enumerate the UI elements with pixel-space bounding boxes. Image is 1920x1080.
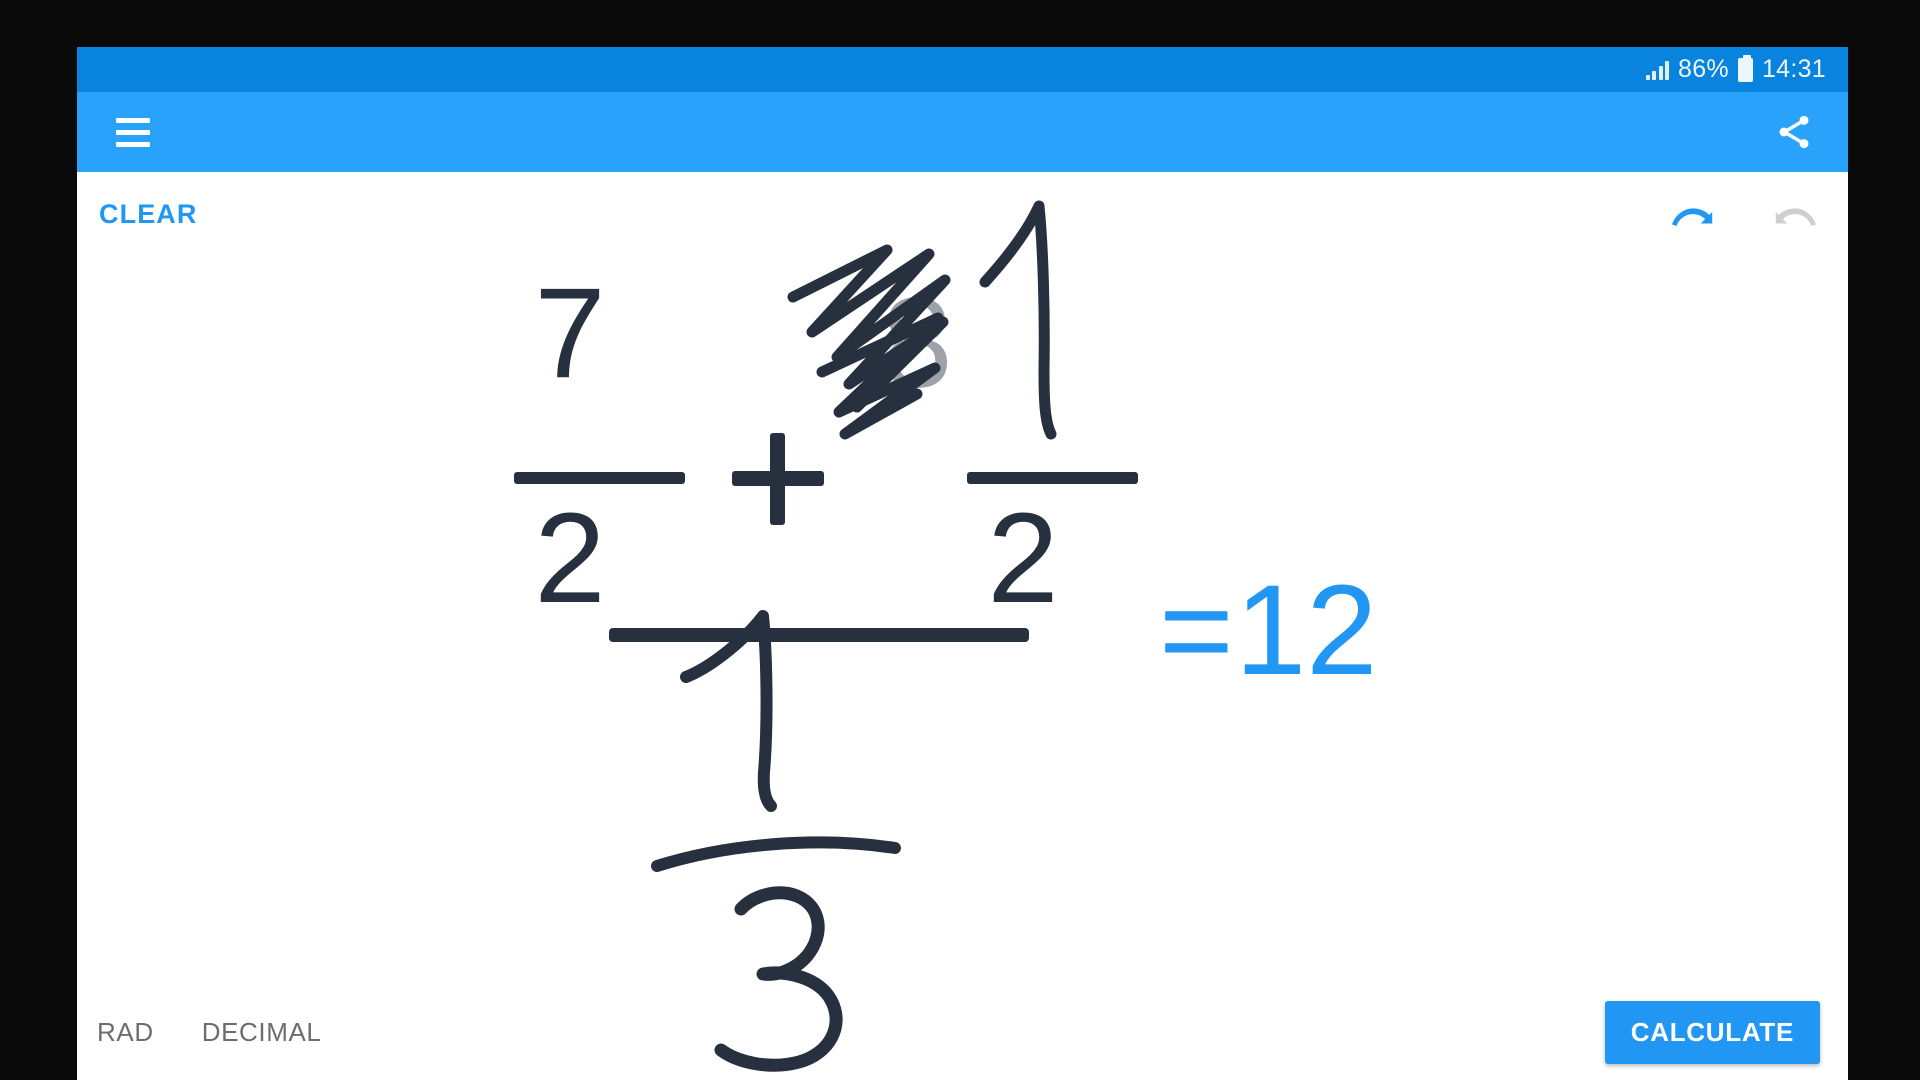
struck-numerator-faded: 8 [881, 272, 952, 415]
scribble-strikeout-ink [787, 244, 951, 440]
plus-sign-vertical [770, 433, 785, 525]
numerator-7: 7 [534, 262, 605, 405]
number-mode-button[interactable]: DECIMAL [202, 1017, 322, 1048]
undo-arrow-icon[interactable] [1668, 190, 1720, 242]
clock-label: 14:31 [1761, 55, 1826, 83]
handwriting-canvas[interactable]: CLEAR 7 2 8 2 = 12 RAD DECIMAL CALCULATE [77, 172, 1848, 1080]
equals-sign: = [1159, 559, 1234, 702]
equation-render: 7 2 8 2 = 12 [514, 200, 1377, 1072]
result-value: 12 [1235, 559, 1377, 702]
status-bar-right-group: 86% 14:31 [1645, 54, 1827, 84]
fraction-bar-right [967, 472, 1138, 484]
signal-bars-icon [1645, 60, 1669, 80]
handwritten-lower-fraction-bar [651, 836, 901, 872]
calculate-button[interactable]: CALCULATE [1604, 1000, 1820, 1064]
mode-toggle-group: RAD DECIMAL [93, 1017, 321, 1048]
share-icon[interactable] [1766, 104, 1822, 160]
app-window: 86% 14:31 CLEAR 7 2 8 2 = 12 RAD DECIMAL… [77, 47, 1848, 1080]
redo-glyph [1775, 208, 1817, 226]
angle-mode-button[interactable]: RAD [97, 1017, 154, 1048]
denominator-2-left: 2 [534, 487, 605, 630]
share-glyph [1779, 115, 1809, 149]
screen-root: 86% 14:31 CLEAR 7 2 8 2 = 12 RAD DECIMAL… [0, 0, 1920, 1080]
main-fraction-bar [609, 628, 1029, 642]
clear-button[interactable]: CLEAR [99, 199, 198, 230]
fraction-bar-left [514, 472, 685, 484]
hamburger-menu-icon[interactable] [105, 104, 161, 160]
battery-icon [1737, 54, 1753, 82]
undo-glyph [1671, 208, 1713, 226]
app-bar [77, 92, 1848, 172]
plus-sign-horizontal [732, 471, 824, 486]
history-controls [1668, 190, 1820, 242]
battery-percent-label: 86% [1678, 55, 1729, 83]
handwritten-numerator-1 [979, 200, 1057, 440]
status-bar: 86% 14:31 [77, 47, 1848, 92]
redo-arrow-icon [1768, 190, 1820, 242]
handwritten-lower-numerator-1 [680, 610, 777, 812]
bottom-bar: RAD DECIMAL CALCULATE [77, 984, 1848, 1080]
denominator-2-right: 2 [987, 487, 1058, 630]
